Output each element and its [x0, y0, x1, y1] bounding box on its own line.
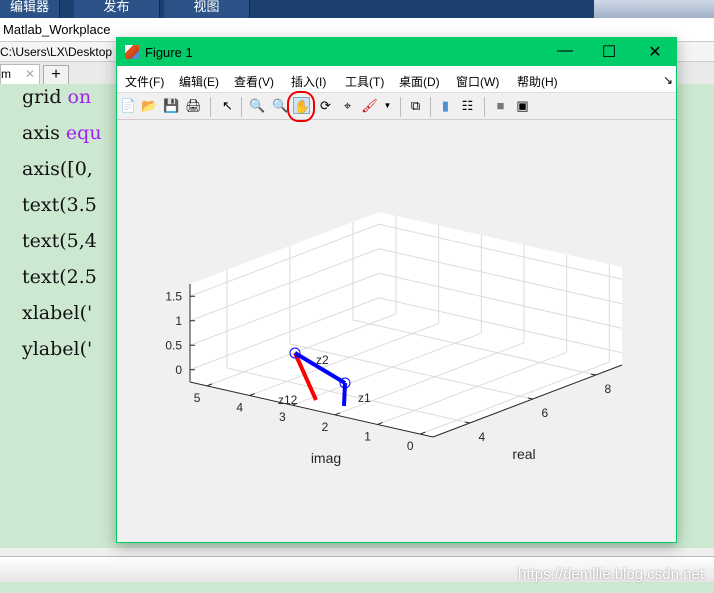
- code-line: xlabel(': [22, 302, 92, 324]
- ribbon-tab-publish[interactable]: 发布: [74, 0, 160, 18]
- menu-item[interactable]: 文件(F): [125, 73, 164, 90]
- print-icon[interactable]: 🖨: [185, 97, 202, 114]
- code-text: grid: [22, 86, 68, 108]
- z-tick-label: 1: [175, 314, 182, 328]
- menu-item[interactable]: 桌面(D): [399, 73, 440, 90]
- colorbar-icon[interactable]: ▮: [437, 97, 454, 114]
- ribbon-tab-view[interactable]: 视图: [164, 0, 250, 18]
- code-line: text(3.5: [22, 194, 97, 216]
- code-text: axis: [22, 122, 66, 144]
- brush-icon[interactable]: 🖌: [361, 97, 378, 114]
- save-icon[interactable]: 💾: [163, 97, 180, 114]
- close-button[interactable]: ✕: [645, 42, 665, 62]
- figure-window: Figure 1 — ☐ ✕ 文件(F) 编辑(E) 查看(V) 插入(I) 工具(T)…: [116, 37, 677, 543]
- maximize-button[interactable]: ☐: [599, 42, 619, 62]
- code-line: text(2.5: [22, 266, 97, 288]
- menu-item[interactable]: 帮助(H): [517, 73, 558, 90]
- ribbon-tab-editor[interactable]: 编辑器: [0, 0, 60, 18]
- show-plot-tools-icon[interactable]: ▣: [514, 97, 531, 114]
- ribbon: 编辑器 发布 视图: [0, 0, 714, 18]
- highlight-annotation: [287, 91, 315, 122]
- open-icon[interactable]: 📂: [141, 97, 158, 114]
- chevron-down-icon[interactable]: ▼: [379, 97, 396, 114]
- menu-item[interactable]: 编辑(E): [179, 73, 219, 90]
- status-bar: [0, 548, 714, 557]
- code-text: axis([0,: [22, 158, 93, 180]
- label-z12: z12: [278, 393, 298, 407]
- imag-tick-label: 0: [407, 439, 414, 453]
- code-keyword: equ: [65, 122, 102, 144]
- label-z1: z1: [358, 391, 371, 405]
- code-text: ylabel(': [22, 338, 93, 360]
- menu-bar: 文件(F) 编辑(E) 查看(V) 插入(I) 工具(T) 桌面(D) 窗口(W) 帮助(H)…: [117, 66, 676, 92]
- code-line: text(5,4: [22, 230, 97, 252]
- imag-axis-label: imag: [311, 450, 341, 466]
- menu-item[interactable]: 查看(V): [234, 73, 274, 90]
- file-tab-label: m: [1, 67, 11, 81]
- quick-access-toolbar[interactable]: [594, 0, 714, 18]
- legend-icon[interactable]: ☷: [459, 97, 476, 114]
- label-z2: z2: [316, 353, 329, 367]
- axes-background: [190, 212, 622, 437]
- watermark: https://demllie.blog.csdn.net: [518, 566, 704, 583]
- imag-tick-label: 3: [279, 410, 286, 424]
- axes-3d[interactable]: 0 1 2 3 4 5 4 6 8 0 0.5 1 1.5 imag real z2 z1 z12: [117, 121, 678, 541]
- real-tick-label: 4: [479, 430, 486, 444]
- data-cursor-icon[interactable]: ⌖: [339, 97, 356, 114]
- code-text: xlabel(': [22, 302, 93, 324]
- code-line: axis([0,: [22, 158, 93, 180]
- new-tab-button[interactable]: +: [43, 65, 69, 84]
- dock-arrow-icon[interactable]: ↘: [663, 73, 673, 87]
- imag-tick-label: 4: [236, 401, 243, 415]
- menu-item[interactable]: 窗口(W): [456, 73, 499, 90]
- figure-titlebar: Figure 1 — ☐ ✕: [117, 38, 676, 66]
- hide-plot-tools-icon[interactable]: ■: [492, 97, 509, 114]
- imag-tick-label: 2: [322, 420, 329, 434]
- zoom-in-icon[interactable]: 🔍: [249, 97, 266, 114]
- code-text: text(2.5: [22, 266, 97, 288]
- code-text: text(3.5: [22, 194, 97, 216]
- code-line: axis equ: [22, 122, 102, 144]
- code-text: text(5,4: [22, 230, 97, 252]
- z-tick-label: 1.5: [165, 289, 182, 303]
- real-tick-label: 8: [605, 382, 612, 396]
- minimize-button[interactable]: —: [555, 42, 575, 60]
- code-keyword: on: [67, 86, 92, 108]
- select-arrow-icon[interactable]: ↖: [219, 97, 236, 114]
- code-line: grid on: [22, 86, 91, 108]
- imag-tick-label: 5: [194, 391, 201, 405]
- code-line: ylabel(': [22, 338, 92, 360]
- figure-title: Figure 1: [145, 45, 193, 60]
- z-tick-label: 0: [175, 363, 182, 377]
- z1-vector: [342, 382, 347, 407]
- z-tick-label: 0.5: [165, 338, 182, 352]
- real-tick-label: 6: [542, 406, 549, 420]
- close-icon[interactable]: ✕: [25, 67, 35, 81]
- imag-tick-label: 1: [364, 429, 371, 443]
- figure-toolbar: 📄 📂 💾 🖨 ↖ 🔍 🔍 ✋ ⟳ ⌖ 🖌 ▼ ⧉ ▮ ☷ ■ ▣: [117, 91, 676, 122]
- link-plot-icon[interactable]: ⧉: [407, 97, 424, 114]
- file-tab[interactable]: m ✕: [0, 64, 40, 84]
- menu-item[interactable]: 插入(I): [291, 73, 326, 90]
- matlab-logo-icon: [125, 45, 139, 59]
- rotate-3d-icon[interactable]: ⟳: [317, 97, 334, 114]
- menu-item[interactable]: 工具(T): [345, 73, 384, 90]
- real-axis-label: real: [512, 446, 535, 462]
- new-file-icon[interactable]: 📄: [120, 97, 137, 114]
